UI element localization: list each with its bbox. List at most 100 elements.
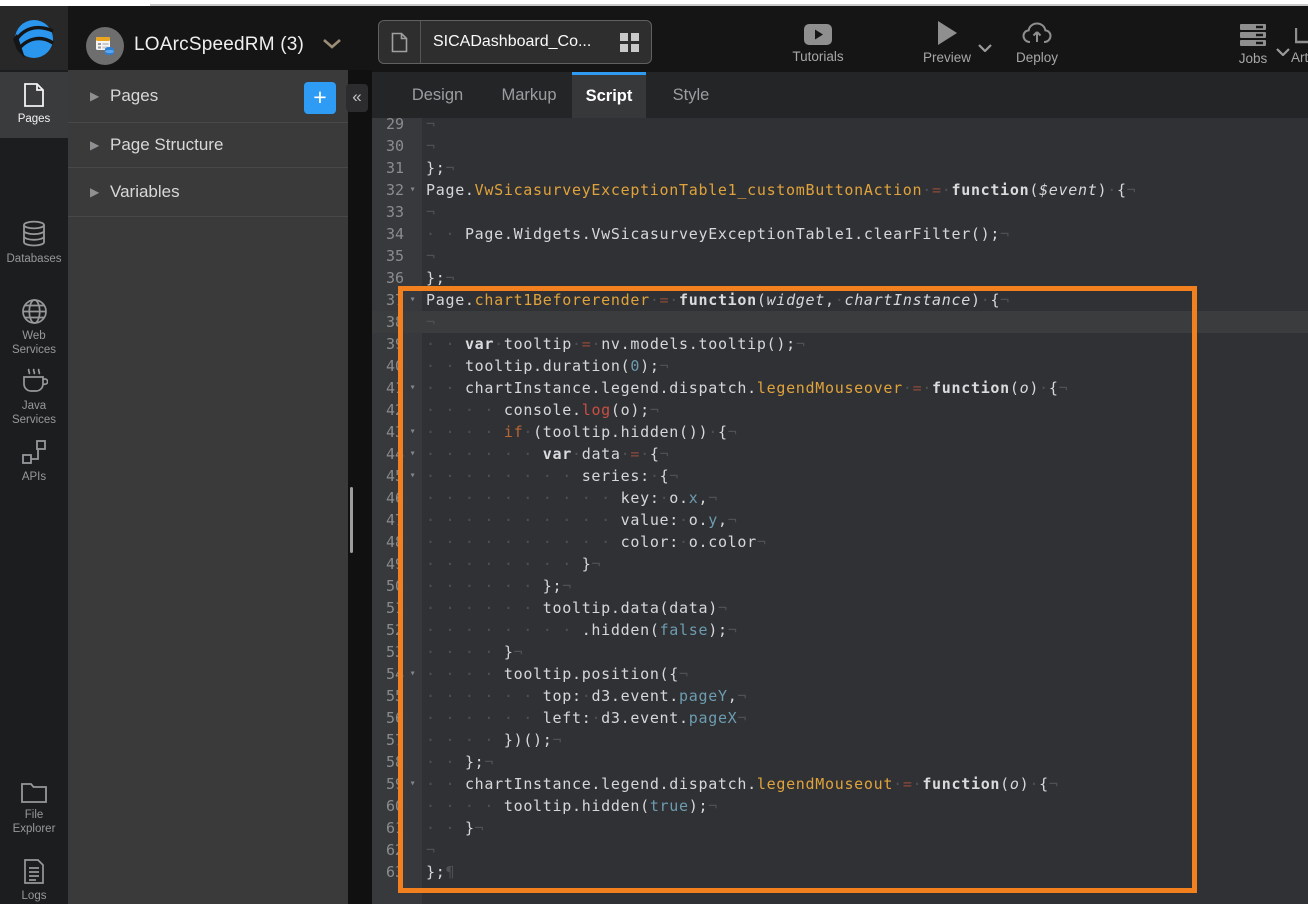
code-line-49[interactable]: 49· · · · · · · · }¬ [372,553,1308,575]
code-line-31[interactable]: 31};¬ [372,157,1308,179]
sidebar-item-pages[interactable]: Pages [0,72,68,138]
code-line-30[interactable]: 30¬ [372,135,1308,157]
section-pages[interactable]: ▶ Pages + [68,70,348,123]
code-line-33[interactable]: 33¬ [372,201,1308,223]
fold-arrow-icon[interactable]: ▾ [404,465,422,487]
artifacts-button-clipped[interactable]: Art [1291,50,1308,65]
code-line-47[interactable]: 47· · · · · · · · · · value:·o.y,¬ [372,509,1308,531]
line-number: 46 [372,487,404,509]
jobs-button[interactable]: Jobs [1228,23,1278,66]
fold-gutter [404,707,422,729]
code-line-62[interactable]: 62¬ [372,839,1308,861]
page-icon [22,82,46,108]
fold-gutter [404,267,422,289]
jobs-chevron-down-icon[interactable] [1276,48,1290,56]
code-line-46[interactable]: 46· · · · · · · · · · key:·o.x,¬ [372,487,1308,509]
fold-arrow-icon[interactable]: ▾ [404,773,422,795]
code-line-54[interactable]: 54▾· · · · tooltip.position({¬ [372,663,1308,685]
code-line-32[interactable]: 32▾Page.VwSicasurveyExceptionTable1_cust… [372,179,1308,201]
code-line-37[interactable]: 37▾Page.chart1Beforerender·=·function(wi… [372,289,1308,311]
code-line-39[interactable]: 39· · var·tooltip·=·nv.models.tooltip();… [372,333,1308,355]
code-line-45[interactable]: 45▾· · · · · · · · series:·{¬ [372,465,1308,487]
layout-grid-icon[interactable] [620,33,639,52]
wavemaker-logo[interactable] [0,6,68,72]
fold-gutter [404,157,422,179]
expand-arrow-icon[interactable]: ▶ [90,185,106,199]
code-line-52[interactable]: 52· · · · · · · · .hidden(false);¬ [372,619,1308,641]
line-number: 51 [372,597,404,619]
code-line-41[interactable]: 41▾· · chartInstance.legend.dispatch.leg… [372,377,1308,399]
panel-scrollbar-thumb[interactable] [350,487,353,553]
line-number: 41 [372,377,404,399]
line-number: 60 [372,795,404,817]
add-page-button[interactable]: + [304,82,336,114]
sidebar-item-apis[interactable]: APIs [0,438,68,485]
code-line-50[interactable]: 50· · · · · · };¬ [372,575,1308,597]
tutorials-button[interactable]: Tutorials [788,24,848,64]
fold-gutter [404,118,422,135]
folder-icon [20,780,48,804]
fold-gutter [404,597,422,619]
code-line-40[interactable]: 40· · tooltip.duration(0);¬ [372,355,1308,377]
sidebar-item-file-explorer[interactable]: File Explorer [0,780,68,836]
line-number: 30 [372,135,404,157]
code-line-57[interactable]: 57· · · · })();¬ [372,729,1308,751]
section-variables[interactable]: ▶ Variables [68,168,348,217]
code-line-34[interactable]: 34· · Page.Widgets.VwSicasurveyException… [372,223,1308,245]
tab-script[interactable]: Script [572,72,646,118]
code-line-38[interactable]: 38¬ [372,311,1308,333]
collapse-panel-button[interactable]: « [346,84,368,112]
sidebar-item-web-services[interactable]: Web Services [0,298,68,357]
expand-arrow-icon[interactable]: ▶ [90,89,106,103]
code-line-43[interactable]: 43▾· · · · if·(tooltip.hidden())·{¬ [372,421,1308,443]
sidebar-item-databases[interactable]: Databases [0,220,68,267]
fold-arrow-icon[interactable]: ▾ [404,663,422,685]
code-line-58[interactable]: 58· · };¬ [372,751,1308,773]
code-line-48[interactable]: 48· · · · · · · · · · color:·o.color¬ [372,531,1308,553]
preview-chevron-down-icon[interactable] [978,44,992,52]
code-line-59[interactable]: 59▾· · chartInstance.legend.dispatch.leg… [372,773,1308,795]
page-file-icon [379,21,421,63]
sidebar-item-logs[interactable]: Logs [0,858,68,904]
open-page-tab[interactable]: SICADashboard_Co... [378,20,652,64]
line-number: 52 [372,619,404,641]
deploy-button[interactable]: Deploy [1007,21,1067,65]
code-line-53[interactable]: 53· · · · }¬ [372,641,1308,663]
tab-style[interactable]: Style [660,72,722,118]
line-number: 45 [372,465,404,487]
code-line-60[interactable]: 60· · · · tooltip.hidden(true);¬ [372,795,1308,817]
code-line-55[interactable]: 55· · · · · · top:·d3.event.pageY,¬ [372,685,1308,707]
fold-arrow-icon[interactable]: ▾ [404,443,422,465]
project-chevron-down-icon[interactable] [322,38,342,49]
line-number: 59 [372,773,404,795]
project-name[interactable]: LOArcSpeedRM (3) [134,34,304,56]
fold-arrow-icon[interactable]: ▾ [404,179,422,201]
code-lines[interactable]: 29¬30¬31};¬32▾Page.VwSicasurveyException… [372,118,1308,883]
artifacts-icon-clipped [1295,26,1308,44]
studio-window: LOArcSpeedRM (3) SICADashboard_Co... Tut… [0,0,1308,904]
code-line-61[interactable]: i61· · }¬ [372,817,1308,839]
code-line-56[interactable]: 56· · · · · · left:·d3.event.pageX¬ [372,707,1308,729]
preview-button[interactable]: Preview [917,20,977,65]
fold-arrow-icon[interactable]: ▾ [404,421,422,443]
code-line-42[interactable]: 42· · · · console.log(o);¬ [372,399,1308,421]
code-line-51[interactable]: 51· · · · · · tooltip.data(data)¬ [372,597,1308,619]
database-icon [21,220,47,248]
section-page-structure[interactable]: ▶ Page Structure [68,123,348,168]
code-line-35[interactable]: 35¬ [372,245,1308,267]
tab-markup[interactable]: Markup [490,72,568,118]
wave-logo-icon [11,16,57,62]
expand-arrow-icon[interactable]: ▶ [90,138,106,152]
code-line-29[interactable]: 29¬ [372,118,1308,135]
fold-arrow-icon[interactable]: ▾ [404,377,422,399]
code-line-44[interactable]: 44▾· · · · · · var·data·=·{¬ [372,443,1308,465]
fold-gutter [404,399,422,421]
script-editor[interactable]: 29¬30¬31};¬32▾Page.VwSicasurveyException… [372,118,1308,904]
sidebar-item-java-services[interactable]: Java Services [0,367,68,427]
code-line-63[interactable]: 63};¶ [372,861,1308,883]
project-avatar[interactable] [86,27,124,65]
tab-design[interactable]: Design [400,72,475,118]
top-bar: LOArcSpeedRM (3) SICADashboard_Co... Tut… [0,6,1308,72]
code-line-36[interactable]: 36};¬ [372,267,1308,289]
fold-arrow-icon[interactable]: ▾ [404,289,422,311]
